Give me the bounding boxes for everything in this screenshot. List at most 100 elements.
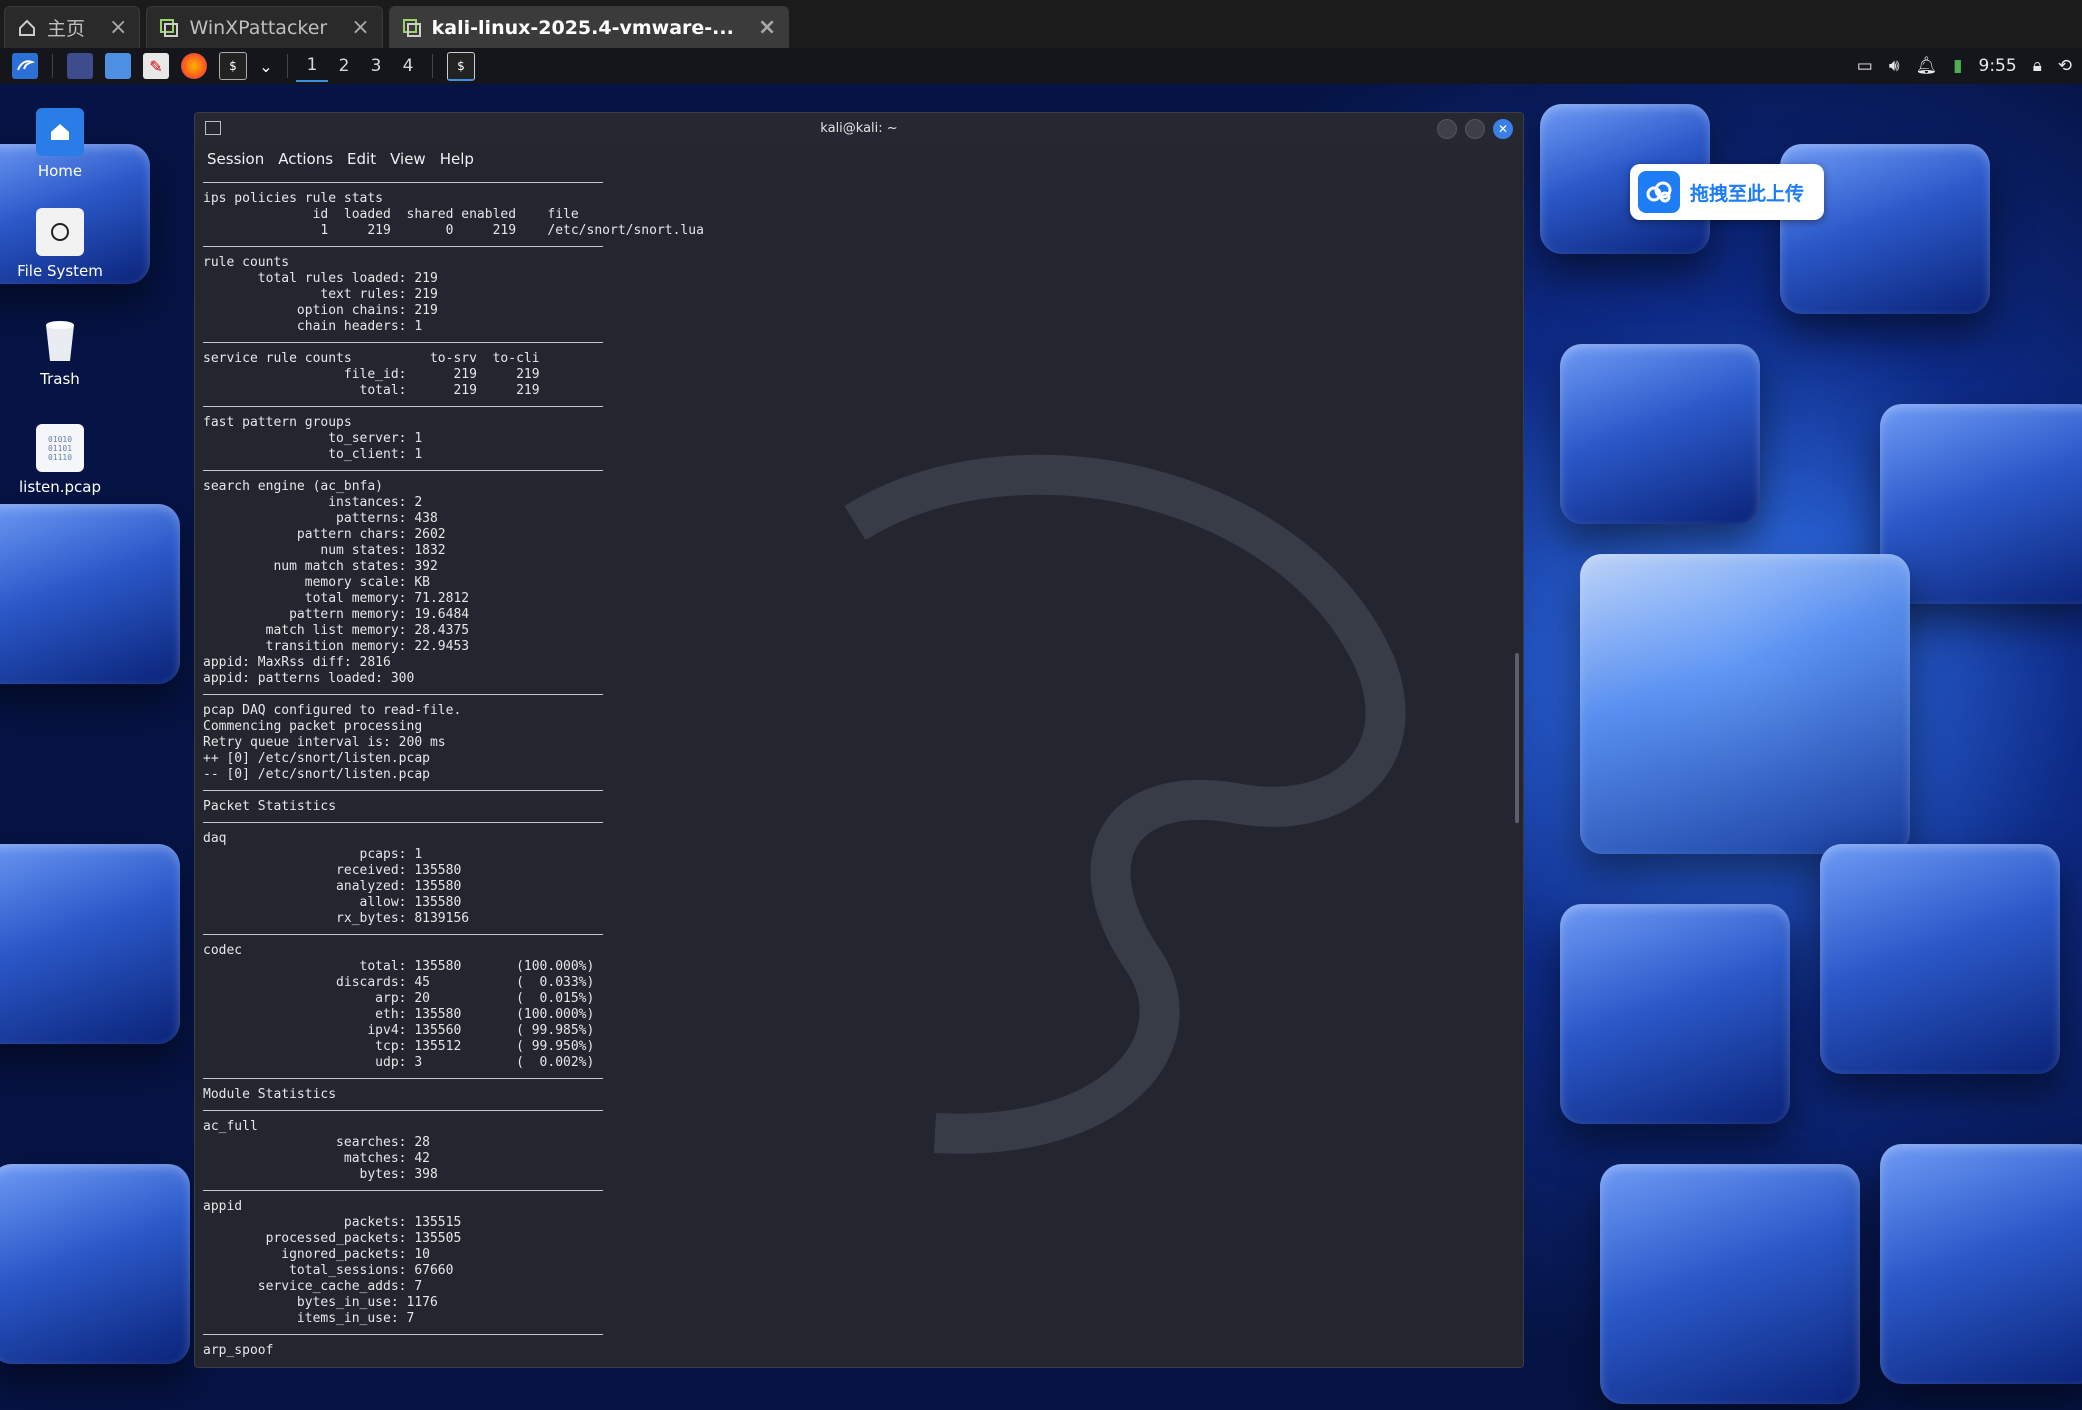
output-line: option chains: 219 bbox=[203, 303, 438, 318]
vm-tab[interactable]: 主页 × bbox=[4, 6, 141, 48]
home-icon bbox=[17, 18, 37, 38]
output-separator bbox=[203, 463, 1509, 479]
clock[interactable]: 9:55 bbox=[1979, 56, 2017, 76]
output-line: patterns: 438 bbox=[203, 511, 438, 526]
chevron-down-icon[interactable]: ⌄ bbox=[259, 53, 273, 79]
output-line: analyzed: 135580 bbox=[203, 879, 462, 894]
output-line: pattern memory: 19.6484 bbox=[203, 607, 470, 622]
firefox-icon[interactable] bbox=[181, 53, 207, 79]
output-line: ++ [0] /etc/snort/listen.pcap bbox=[203, 751, 430, 766]
output-separator bbox=[203, 687, 1509, 703]
output-line: pcaps: 1 bbox=[203, 847, 423, 862]
binary-file-icon: 01010 01101 01110 bbox=[36, 424, 84, 472]
output-line: ips policies rule stats bbox=[203, 191, 384, 206]
output-line: fast pattern groups bbox=[203, 415, 352, 430]
output-line: packets: 135515 bbox=[203, 1215, 462, 1230]
output-line: total: 135580 (100.000%) bbox=[203, 959, 595, 974]
kali-menu-icon[interactable] bbox=[12, 53, 38, 79]
drive-icon bbox=[36, 208, 84, 256]
vm-tab[interactable]: kali-linux-2025.4-vmware-... × bbox=[388, 6, 790, 48]
close-icon[interactable]: × bbox=[351, 15, 369, 40]
notification-bell-icon[interactable]: 🔔︎ bbox=[1916, 56, 1938, 76]
workspace-1[interactable]: 1 bbox=[296, 50, 328, 82]
workspace-3[interactable]: 3 bbox=[360, 50, 392, 82]
menu-view[interactable]: View bbox=[390, 150, 426, 168]
vm-tab[interactable]: WinXPattacker × bbox=[146, 6, 383, 48]
output-line: id loaded shared enabled file bbox=[203, 207, 579, 222]
terminal-task-icon[interactable]: $ bbox=[447, 51, 475, 81]
output-separator bbox=[203, 1071, 1509, 1087]
output-line: Packet Statistics bbox=[203, 799, 337, 814]
desktop-icon-home[interactable]: Home bbox=[10, 108, 110, 180]
home-folder-icon bbox=[36, 108, 84, 156]
workspace-2[interactable]: 2 bbox=[328, 50, 360, 82]
menu-edit[interactable]: Edit bbox=[347, 150, 376, 168]
desktop-icon-label: listen.pcap bbox=[18, 478, 102, 496]
upload-label: 拖拽至此上传 bbox=[1690, 182, 1805, 205]
output-line: instances: 2 bbox=[203, 495, 423, 510]
panel-separator bbox=[432, 54, 433, 78]
output-separator bbox=[203, 815, 1509, 831]
output-separator bbox=[203, 1103, 1509, 1119]
output-line: allow: 135580 bbox=[203, 895, 462, 910]
cloud-upload-icon bbox=[1638, 171, 1680, 213]
terminal-launcher-icon[interactable]: $ bbox=[219, 52, 247, 80]
text-editor-icon[interactable]: ✎ bbox=[143, 53, 169, 79]
terminal-titlebar[interactable]: kali@kali: ~ ✕ bbox=[195, 113, 1523, 143]
power-icon[interactable]: ⟲ bbox=[2058, 56, 2072, 76]
close-icon[interactable]: × bbox=[758, 15, 776, 40]
menu-actions[interactable]: Actions bbox=[278, 150, 333, 168]
minimize-button[interactable] bbox=[1437, 119, 1457, 139]
output-separator bbox=[203, 927, 1509, 943]
output-separator bbox=[203, 335, 1509, 351]
vm-tab-label: 主页 bbox=[47, 18, 86, 40]
output-line: appid: MaxRss diff: 2816 bbox=[203, 655, 391, 670]
display-icon[interactable]: ▭ bbox=[1857, 56, 1873, 76]
output-line: arp: 20 ( 0.015%) bbox=[203, 991, 595, 1006]
output-line: ignored_packets: 10 bbox=[203, 1247, 430, 1262]
output-line: total rules loaded: 219 bbox=[203, 271, 438, 286]
menu-session[interactable]: Session bbox=[207, 150, 264, 168]
output-line: udp: 3 ( 0.002%) bbox=[203, 1055, 595, 1070]
output-line: total_sessions: 67660 bbox=[203, 1263, 454, 1278]
output-line: ac_full bbox=[203, 1119, 258, 1134]
wallpaper-cube bbox=[1880, 1144, 2082, 1384]
file-manager-icon[interactable] bbox=[105, 53, 131, 79]
close-button[interactable]: ✕ bbox=[1493, 119, 1513, 139]
output-separator bbox=[203, 1183, 1509, 1199]
maximize-button[interactable] bbox=[1465, 119, 1485, 139]
output-line: service rule counts to-srv to-cli bbox=[203, 351, 540, 366]
lock-icon[interactable]: 🔒︎ bbox=[2033, 56, 2042, 76]
output-line: arp_spoof bbox=[203, 1343, 274, 1358]
menu-help[interactable]: Help bbox=[440, 150, 474, 168]
output-line: daq bbox=[203, 831, 227, 846]
output-line: chain headers: 1 bbox=[203, 319, 423, 334]
output-line: match list memory: 28.4375 bbox=[203, 623, 470, 638]
output-separator bbox=[203, 783, 1509, 799]
output-line: num match states: 392 bbox=[203, 559, 438, 574]
show-desktop-icon[interactable] bbox=[67, 53, 93, 79]
output-line: text rules: 219 bbox=[203, 287, 438, 302]
output-line: searches: 28 bbox=[203, 1135, 430, 1150]
output-line: pattern chars: 2602 bbox=[203, 527, 446, 542]
system-tray: ▭ 🔊︎ 🔔︎ ▮ 9:55 🔒︎ ⟲ bbox=[1857, 48, 2072, 84]
desktop-icon-listen-pcap[interactable]: 01010 01101 01110 listen.pcap bbox=[10, 424, 110, 496]
output-line: total: 219 219 bbox=[203, 383, 540, 398]
battery-icon[interactable]: ▮ bbox=[1953, 56, 1962, 76]
terminal-menubar: Session Actions Edit View Help bbox=[195, 143, 1523, 175]
vm-tab-strip: 主页 × WinXPattacker × kali-linux-2025.4-vmwar… bbox=[0, 0, 2082, 48]
desktop-icon-file-system[interactable]: File System bbox=[10, 208, 110, 280]
terminal-scrollbar[interactable] bbox=[1515, 653, 1519, 823]
volume-icon[interactable]: 🔊︎ bbox=[1889, 56, 1900, 76]
vm-tab-label: kali-linux-2025.4-vmware-... bbox=[431, 16, 734, 39]
terminal-window[interactable]: kali@kali: ~ ✕ Session Actions Edit View Hel… bbox=[194, 112, 1524, 1368]
wallpaper-cube bbox=[0, 504, 180, 684]
close-icon[interactable]: × bbox=[109, 15, 127, 40]
output-line: -- [0] /etc/snort/listen.pcap bbox=[203, 767, 430, 782]
terminal-output[interactable]: ips policies rule stats id loaded shared… bbox=[203, 175, 1509, 1367]
desktop-icon-trash[interactable]: Trash bbox=[10, 316, 110, 388]
output-line: memory scale: KB bbox=[203, 575, 430, 590]
workspace-4[interactable]: 4 bbox=[392, 50, 424, 82]
upload-drop-widget[interactable]: 拖拽至此上传 bbox=[1630, 164, 1824, 220]
panel-separator bbox=[287, 54, 288, 78]
